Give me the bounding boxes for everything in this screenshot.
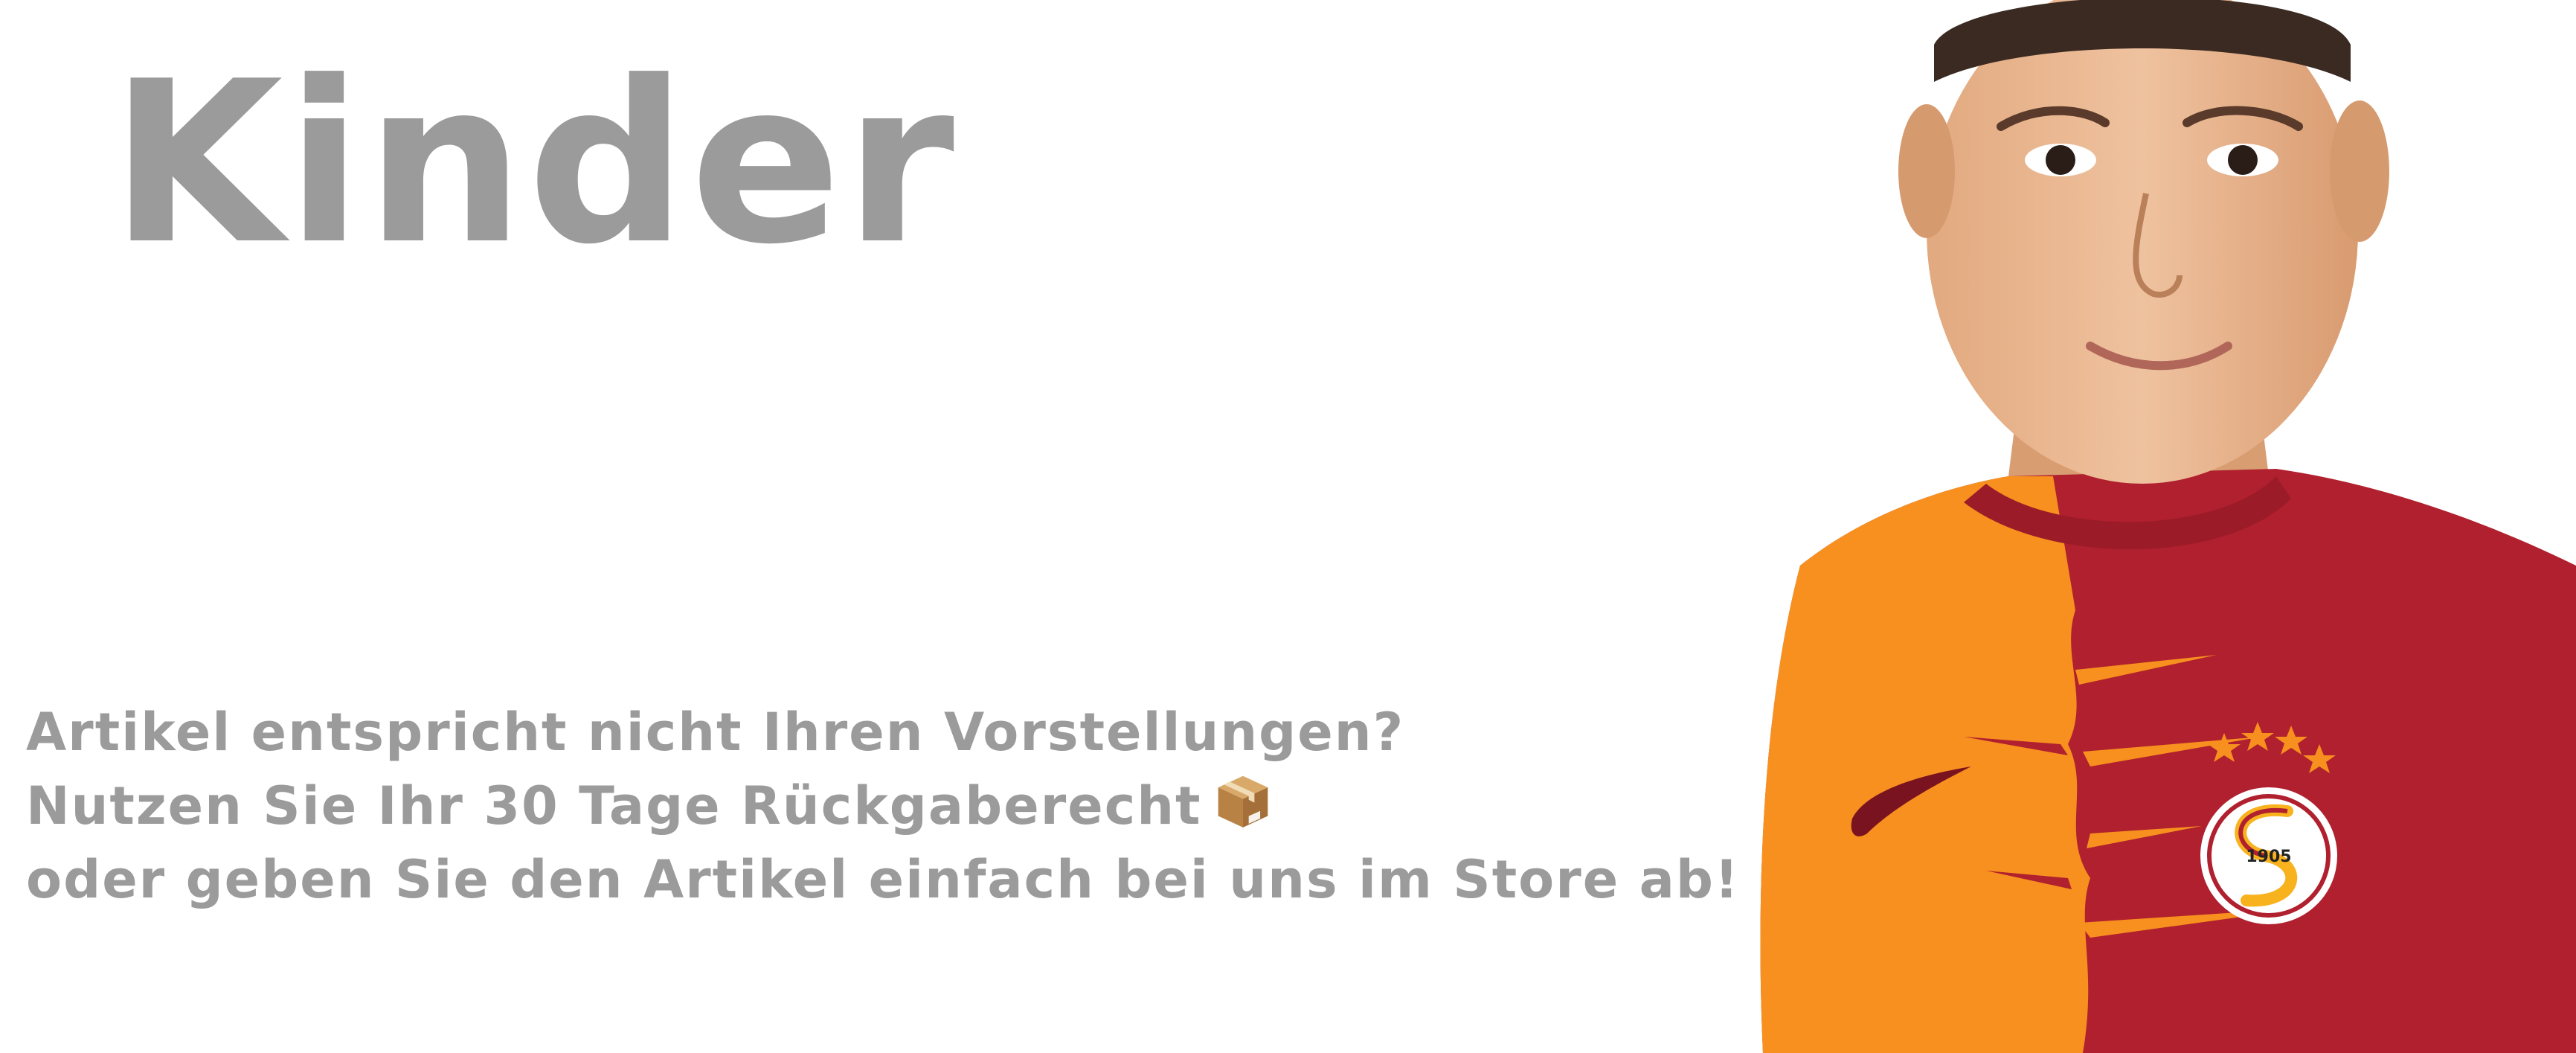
svg-text:1905: 1905 [2246, 848, 2291, 866]
category-title: Kinder [110, 33, 958, 293]
notice-line-2-text: Nutzen Sie Ihr 30 Tage Rückgaberecht [26, 775, 1202, 836]
club-crest-icon: 1905 [2200, 787, 2337, 924]
hero-banner: Kinder Artikel entspricht nicht Ihren Vo… [0, 0, 2576, 1053]
child-jersey-photo: 1905 [1741, 0, 2576, 1053]
notice-line-2: Nutzen Sie Ihr 30 Tage Rückgaberecht [26, 769, 1740, 843]
package-box-icon [1212, 770, 1273, 831]
notice-line-3: oder geben Sie den Artikel einfach bei u… [26, 849, 1740, 910]
return-policy-notice: Artikel entspricht nicht Ihren Vorstellu… [26, 696, 1740, 917]
notice-line-1: Artikel entspricht nicht Ihren Vorstellu… [26, 702, 1405, 763]
